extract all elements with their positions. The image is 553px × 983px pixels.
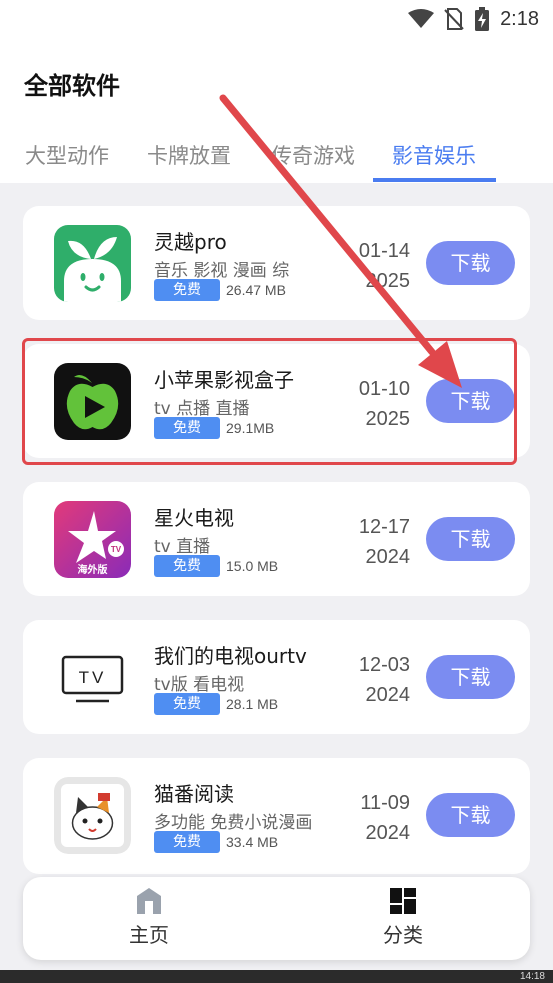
highlight-box xyxy=(22,338,517,465)
app-tags: 多功能 免费小说漫画 xyxy=(154,813,313,833)
app-date-year: 2025 xyxy=(365,270,411,292)
cat-icon xyxy=(54,777,131,854)
app-tags: tv版 看电视 xyxy=(154,675,245,695)
free-badge: 免费 xyxy=(154,279,220,301)
app-date-day: 11-09 xyxy=(360,792,410,814)
app-size: 33.4 MB xyxy=(226,834,279,850)
download-button[interactable]: 下载 xyxy=(426,655,515,699)
category-tabs: 大型动作 卡牌放置 传奇游戏 影音娱乐 xyxy=(0,138,553,183)
app-date-day: 12-17 xyxy=(358,516,410,538)
tab-action-games[interactable]: 大型动作 xyxy=(22,138,112,183)
app-size: 28.1 MB xyxy=(226,696,279,712)
overseas-edition-text: 海外版 xyxy=(78,563,108,576)
free-badge: 免费 xyxy=(154,693,220,715)
download-button[interactable]: 下载 xyxy=(426,517,515,561)
app-date: 01-14 2025 xyxy=(340,236,410,296)
system-time: 14:18 xyxy=(519,971,545,982)
app-tags: 音乐 影视 漫画 综 xyxy=(154,261,290,281)
app-name: 猫番阅读 xyxy=(154,782,234,806)
nav-home[interactable]: 主页 xyxy=(89,887,209,948)
status-time: 2:18 xyxy=(500,7,539,30)
tv-outline-icon: TV xyxy=(54,639,131,716)
star-tv-icon: TV 海外版 xyxy=(54,501,131,578)
page-title: 全部软件 xyxy=(24,72,120,100)
app-size: 15.0 MB xyxy=(226,558,279,574)
nav-home-label: 主页 xyxy=(129,923,169,947)
app-date-day: 01-14 xyxy=(358,240,410,262)
app-date-year: 2024 xyxy=(365,684,411,706)
nav-category-label: 分类 xyxy=(383,923,423,947)
app-tags: tv 直播 xyxy=(154,537,211,557)
category-icon xyxy=(390,888,416,914)
leaf-face-icon xyxy=(54,225,131,302)
app-date: 12-17 2024 xyxy=(340,512,410,572)
nav-category[interactable]: 分类 xyxy=(343,887,463,948)
app-name: 灵越pro xyxy=(154,230,227,254)
tab-legend-games[interactable]: 传奇游戏 xyxy=(268,138,358,183)
app-card[interactable]: 猫番阅读 多功能 免费小说漫画 免费 33.4 MB 11-09 2024 下载 xyxy=(23,758,530,874)
tv-icon-text: TV xyxy=(111,545,122,554)
tab-card-idle[interactable]: 卡牌放置 xyxy=(144,138,234,183)
app-card[interactable]: TV 海外版 星火电视 tv 直播 免费 15.0 MB 12-17 2024 … xyxy=(23,482,530,596)
app-card[interactable]: TV 我们的电视ourtv tv版 看电视 免费 28.1 MB 12-03 2… xyxy=(23,620,530,734)
tab-media-entertainment[interactable]: 影音娱乐 xyxy=(389,138,479,183)
free-badge: 免费 xyxy=(154,555,220,577)
battery-charging-icon xyxy=(475,7,490,31)
app-name: 我们的电视ourtv xyxy=(154,644,307,668)
wifi-icon xyxy=(408,9,435,28)
app-date: 11-09 2024 xyxy=(340,788,410,848)
app-date-day: 12-03 xyxy=(358,654,410,676)
app-date-year: 2024 xyxy=(365,546,411,568)
status-bar: 2:18 xyxy=(408,6,539,32)
download-button[interactable]: 下载 xyxy=(426,793,515,837)
app-card[interactable]: 灵越pro 音乐 影视 漫画 综 免费 26.47 MB 01-14 2025 … xyxy=(23,206,530,320)
free-badge: 免费 xyxy=(154,831,220,853)
active-tab-indicator xyxy=(373,178,496,182)
header-area: 2:18 全部软件 大型动作 卡牌放置 传奇游戏 影音娱乐 xyxy=(0,0,553,183)
bottom-navigation: 主页 分类 xyxy=(23,877,530,960)
home-icon xyxy=(137,888,161,914)
system-taskbar: 14:18 xyxy=(0,970,553,983)
no-sim-icon xyxy=(444,8,464,30)
app-name: 星火电视 xyxy=(154,506,234,530)
app-date-year: 2024 xyxy=(365,822,411,844)
app-date: 12-03 2024 xyxy=(340,650,410,710)
app-size: 26.47 MB xyxy=(226,282,286,298)
tv-label: TV xyxy=(79,668,107,687)
download-button[interactable]: 下载 xyxy=(426,241,515,285)
